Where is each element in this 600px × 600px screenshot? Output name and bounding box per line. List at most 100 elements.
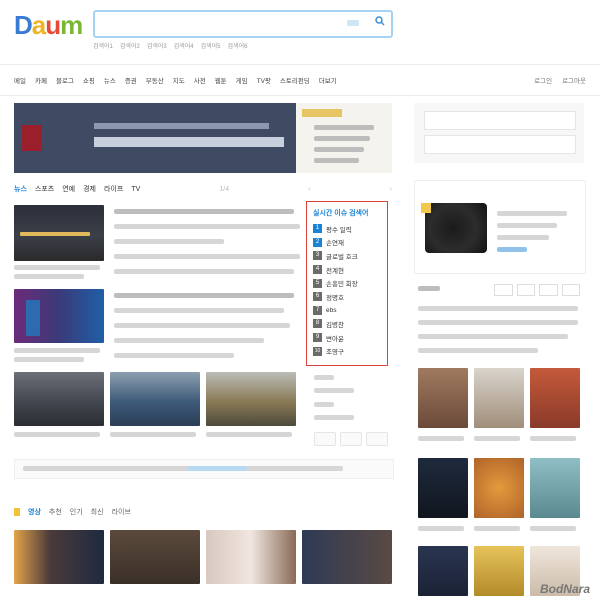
prev-button[interactable]: [340, 432, 362, 446]
headline-link[interactable]: [114, 353, 234, 358]
headline-link[interactable]: [114, 269, 294, 274]
photo-news-thumbnail[interactable]: [206, 372, 296, 426]
suggestion-link[interactable]: 검색어6: [228, 41, 248, 50]
logout-link[interactable]: 로그아웃: [562, 75, 586, 85]
nav-item[interactable]: 더보기: [319, 75, 337, 85]
search-icon[interactable]: [375, 16, 385, 26]
issue-item[interactable]: 7 ebs: [313, 304, 358, 318]
next-button[interactable]: [366, 432, 388, 446]
mini-link[interactable]: [314, 415, 354, 420]
photo-news-thumbnail[interactable]: [110, 372, 200, 426]
nav-item[interactable]: TV팟: [257, 75, 271, 85]
tab-tv[interactable]: TV: [131, 186, 140, 193]
daum-logo[interactable]: Daum: [14, 10, 83, 40]
suggestion-link[interactable]: 검색어3: [147, 41, 167, 50]
nav-item[interactable]: 쇼핑: [83, 75, 95, 85]
issue-item[interactable]: 10 조영구: [313, 344, 358, 358]
suggestion-link[interactable]: 검색어2: [120, 41, 140, 50]
photo-caption[interactable]: [14, 432, 100, 437]
tab-latest[interactable]: 최신: [91, 507, 104, 517]
product-image[interactable]: [530, 368, 580, 428]
banner-side-panel: [296, 103, 392, 173]
nav-item[interactable]: 블로그: [56, 75, 74, 85]
issue-item[interactable]: 4 전계현: [313, 263, 358, 277]
headline-link[interactable]: [114, 308, 284, 313]
chevron-right-icon[interactable]: ›: [390, 186, 392, 193]
photo-news-thumbnail[interactable]: [14, 372, 104, 426]
product-image[interactable]: [530, 458, 580, 518]
product-image[interactable]: [418, 458, 468, 518]
chevron-left-icon[interactable]: ‹: [308, 186, 310, 193]
keyboard-icon[interactable]: [347, 20, 359, 26]
mini-link[interactable]: [314, 388, 354, 393]
side-ad[interactable]: [414, 180, 586, 274]
issue-item[interactable]: 3 글로벌 호크: [313, 249, 358, 263]
product-image[interactable]: [474, 546, 524, 596]
suggestion-link[interactable]: 검색어5: [201, 41, 221, 50]
mini-link[interactable]: [314, 375, 334, 380]
rank-badge: 9: [313, 333, 322, 343]
video-thumbnail[interactable]: [206, 530, 296, 584]
nav-item[interactable]: 증권: [125, 75, 137, 85]
nav-item[interactable]: 메일: [14, 75, 26, 85]
tab-recommend[interactable]: 추천: [49, 507, 62, 517]
headline-link[interactable]: [114, 224, 300, 229]
tab-economy[interactable]: 경제: [83, 184, 96, 194]
photo-caption[interactable]: [110, 432, 196, 437]
nav-item[interactable]: 게임: [236, 75, 248, 85]
login-button[interactable]: [424, 111, 576, 130]
nav-item[interactable]: 웹툰: [215, 75, 227, 85]
news-caption[interactable]: [14, 265, 100, 270]
logo-letter-u: u: [45, 10, 61, 40]
mini-link[interactable]: [314, 402, 334, 407]
issue-item[interactable]: 9 변아윤: [313, 331, 358, 345]
nav-item[interactable]: 스토리펀딩: [280, 75, 310, 85]
tab-news[interactable]: 뉴스: [14, 184, 27, 194]
tab-sports[interactable]: 스포츠: [35, 184, 54, 194]
video-thumbnail[interactable]: [14, 530, 104, 584]
suggestion-link[interactable]: 검색어4: [174, 41, 194, 50]
photo-caption[interactable]: [206, 432, 292, 437]
nav-item[interactable]: 뉴스: [104, 75, 116, 85]
headline-link[interactable]: [114, 338, 264, 343]
login-link[interactable]: 로그인: [534, 75, 552, 85]
headline-link[interactable]: [114, 209, 294, 214]
news-caption[interactable]: [14, 348, 100, 353]
product-image[interactable]: [418, 368, 468, 428]
headline-link[interactable]: [114, 239, 224, 244]
tab-live[interactable]: 라이브: [112, 507, 131, 517]
news-caption[interactable]: [14, 274, 84, 279]
more-button[interactable]: [314, 432, 336, 446]
search-box[interactable]: [93, 10, 393, 38]
nav-item[interactable]: 부동산: [146, 75, 164, 85]
tab-video[interactable]: 영상: [28, 507, 41, 517]
video-thumbnail[interactable]: [110, 530, 200, 584]
tab-entertainment[interactable]: 연예: [62, 184, 75, 194]
product-image[interactable]: [418, 546, 468, 596]
top-banner-ad[interactable]: [14, 103, 392, 173]
search-input[interactable]: [99, 15, 333, 33]
issue-item[interactable]: 2 손연재: [313, 236, 358, 250]
nav-item[interactable]: 사전: [194, 75, 206, 85]
headline-link[interactable]: [114, 254, 300, 259]
signup-button[interactable]: [424, 135, 576, 154]
nav-item[interactable]: 카페: [35, 75, 47, 85]
headline-link[interactable]: [114, 293, 294, 298]
issue-keyword: 손흥민 회장: [326, 281, 358, 289]
tab-popular[interactable]: 인기: [70, 507, 83, 517]
product-image[interactable]: [474, 458, 524, 518]
issue-item[interactable]: 8 김병찬: [313, 317, 358, 331]
news-thumbnail-light: [20, 232, 90, 236]
issue-item[interactable]: 5 손흥민 회장: [313, 276, 358, 290]
rank-badge: 1: [313, 224, 322, 234]
headline-link[interactable]: [114, 323, 290, 328]
nav-item[interactable]: 지도: [173, 75, 185, 85]
suggestion-link[interactable]: 검색어1: [93, 41, 113, 50]
issue-item[interactable]: 1 평수 일력: [313, 222, 358, 236]
rank-badge: 3: [313, 251, 322, 261]
tab-life[interactable]: 라이프: [104, 184, 123, 194]
issue-item[interactable]: 6 정명호: [313, 290, 358, 304]
video-thumbnail[interactable]: [302, 530, 392, 584]
product-image[interactable]: [474, 368, 524, 428]
news-caption[interactable]: [14, 357, 84, 362]
